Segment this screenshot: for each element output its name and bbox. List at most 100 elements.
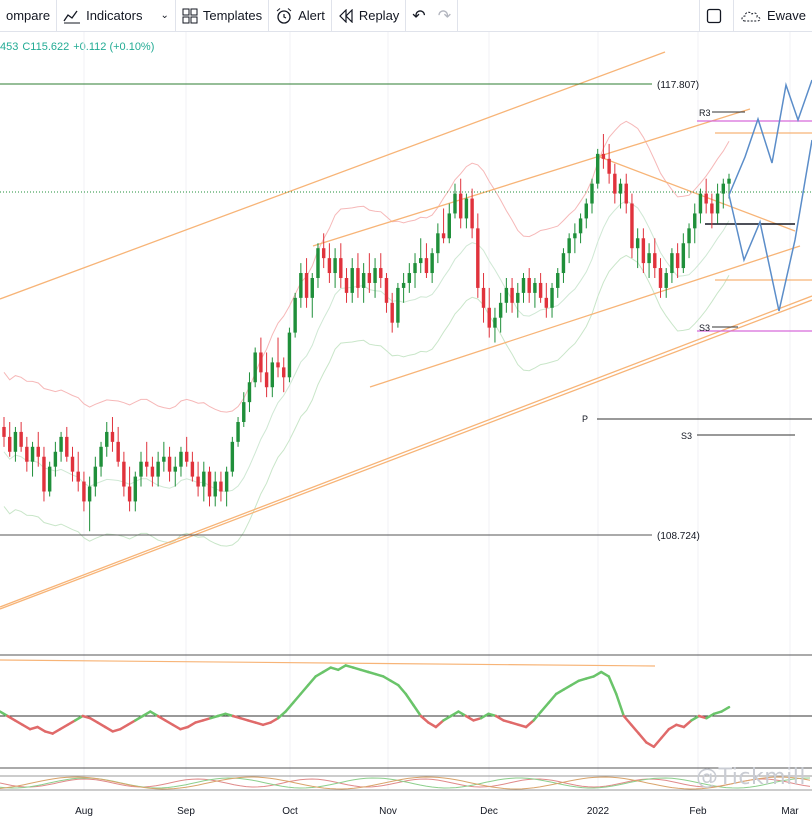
x-axis-label: Oct	[282, 806, 298, 817]
compare-button[interactable]: ompare	[0, 0, 58, 31]
compare-label: ompare	[6, 8, 51, 23]
rsi-segment	[21, 723, 32, 731]
rsi-segment	[494, 714, 505, 722]
rsi-segment	[442, 714, 453, 722]
candle-body	[727, 178, 731, 184]
fullscreen-button[interactable]	[698, 0, 734, 31]
candle-body	[196, 476, 200, 487]
rsi-segment	[321, 666, 332, 674]
rsi-segment	[652, 736, 663, 749]
redo-button[interactable]: ↷	[432, 0, 459, 31]
pivot-label: S3	[699, 323, 710, 333]
candle-body	[379, 268, 383, 278]
candle-body	[584, 203, 588, 219]
rsi-segment	[397, 683, 408, 696]
watermark: @Tickmill	[696, 765, 806, 790]
rsi-segment	[164, 719, 175, 727]
channel-line	[0, 299, 812, 610]
pivot-label: R3	[699, 108, 711, 118]
candle-body	[464, 198, 469, 219]
candle-body	[87, 486, 92, 502]
candle-body	[504, 287, 509, 303]
candle-body	[715, 193, 720, 214]
candle-body	[556, 273, 560, 288]
candle-body	[13, 431, 18, 452]
rsi-segment	[291, 692, 302, 705]
candle-body	[470, 198, 474, 229]
candle-body	[441, 233, 446, 239]
undo-icon[interactable]: ↶	[412, 6, 425, 26]
candle-body	[333, 258, 337, 274]
rsi-segment	[622, 714, 633, 727]
chevron-down-icon[interactable]: ⌄	[160, 10, 168, 21]
rsi-segment	[6, 714, 17, 722]
rsi-segment	[51, 727, 62, 735]
rsi-segment	[667, 723, 678, 731]
candle-body	[219, 481, 223, 492]
rsi-segment	[156, 714, 167, 722]
rsi-segment	[13, 719, 24, 727]
candle-body	[236, 421, 240, 442]
rsi-segment	[630, 723, 641, 735]
candle-body	[624, 183, 628, 204]
candle-body	[110, 431, 115, 442]
candle-body	[25, 446, 29, 462]
templates-icon	[182, 8, 198, 23]
candle-body	[693, 213, 697, 229]
rsi-segment	[171, 723, 182, 731]
rsi-segment	[314, 670, 325, 678]
rsi-segment	[306, 675, 317, 687]
rsi-segment	[539, 701, 550, 713]
candle-body	[590, 183, 594, 204]
candle-body	[647, 253, 651, 264]
channel-line	[312, 108, 751, 247]
price-chart[interactable]: (117.807) (108.724) R3 S3 P S3 Aug Sep Oct Nov Dec…	[0, 32, 812, 820]
undo-button[interactable]: ↶	[406, 0, 431, 31]
candle-body	[356, 268, 360, 288]
candle-body	[145, 461, 149, 467]
rsi-segment	[682, 719, 693, 729]
templates-button[interactable]: Templates	[176, 0, 270, 31]
candle-body	[510, 287, 514, 303]
candle-body	[173, 466, 177, 472]
alert-button[interactable]: Alert	[269, 0, 332, 31]
candle-body	[339, 258, 343, 278]
candle-body	[401, 282, 406, 288]
candle-body	[687, 228, 691, 244]
rsi-segment	[637, 732, 648, 744]
candle-body	[698, 193, 703, 214]
candle-body	[344, 277, 349, 293]
layout-button[interactable]: Ewave	[734, 0, 812, 31]
candle-body	[99, 446, 103, 467]
candle-body	[247, 382, 252, 403]
candle-body	[681, 243, 686, 269]
candle-body	[413, 263, 417, 274]
candle-body	[321, 248, 326, 259]
candle-body	[76, 471, 80, 482]
candle-body	[595, 153, 600, 184]
candle-body	[202, 471, 206, 487]
top-toolbar: ompare Indicators ⌄ Templates Alert Repl…	[0, 0, 812, 32]
indicators-button[interactable]: Indicators ⌄	[57, 0, 176, 31]
replay-button[interactable]: Replay	[332, 0, 407, 31]
rsi-segment	[299, 683, 310, 696]
candle-body	[544, 297, 549, 308]
candle-body	[184, 451, 189, 462]
candle-body	[618, 183, 623, 194]
rsi-segment	[149, 710, 160, 718]
candle-body	[167, 456, 172, 472]
candle-body	[516, 292, 520, 303]
candle-body	[230, 441, 235, 472]
candle-body	[367, 273, 372, 283]
x-axis-label: Aug	[75, 806, 93, 817]
candle-body	[396, 287, 400, 323]
candle-body	[498, 302, 503, 318]
candle-body	[521, 277, 526, 293]
redo-icon[interactable]: ↷	[438, 6, 451, 26]
channel-line	[0, 51, 666, 300]
rsi-segment	[449, 710, 460, 718]
candle-body	[704, 193, 708, 204]
rsi-segment	[419, 714, 430, 724]
candle-body	[653, 253, 657, 269]
rewind-icon	[338, 8, 353, 23]
